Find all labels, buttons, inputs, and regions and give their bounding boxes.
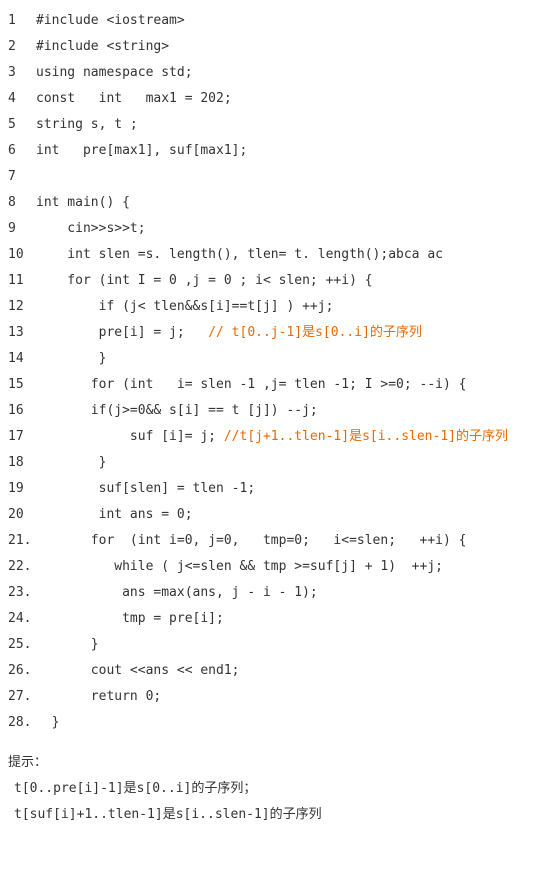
line-number: 18 — [8, 450, 36, 476]
code-text: for (int I = 0 ,j = 0 ; i< slen; ++i) { — [36, 268, 373, 294]
line-number: 13 — [8, 320, 36, 346]
code-line: 24. tmp = pre[i]; — [8, 606, 554, 632]
line-number: 16 — [8, 398, 36, 424]
line-number: 21. — [8, 528, 36, 554]
line-number: 5 — [8, 112, 36, 138]
code-text: for (int i=0, j=0, tmp=0; i<=slen; ++i) … — [36, 528, 466, 554]
code-line: 16 if(j>=0&& s[i] == t [j]) --j; — [8, 398, 554, 424]
code-text: for (int i= slen -1 ,j= tlen -1; I >=0; … — [36, 372, 466, 398]
line-number: 11 — [8, 268, 36, 294]
code-line: 18 } — [8, 450, 554, 476]
code-line: 21. for (int i=0, j=0, tmp=0; i<=slen; +… — [8, 528, 554, 554]
code-line: 26. cout <<ans << end1; — [8, 658, 554, 684]
line-number: 12 — [8, 294, 36, 320]
code-text: } — [36, 710, 59, 736]
code-text: tmp = pre[i]; — [36, 606, 224, 632]
code-line: 2#include <string> — [8, 34, 554, 60]
code-line: 14 } — [8, 346, 554, 372]
code-comment: //t[j+1..tlen-1]是s[i..slen-1]的子序列 — [224, 424, 508, 450]
line-number: 17 — [8, 424, 36, 450]
code-text: cin>>s>>t; — [36, 216, 146, 242]
code-line: 1#include <iostream> — [8, 8, 554, 34]
line-number: 3 — [8, 60, 36, 86]
code-text: int slen =s. length(), tlen= t. length()… — [36, 242, 443, 268]
code-line: 28. } — [8, 710, 554, 736]
code-text: } — [36, 346, 106, 372]
line-number: 25. — [8, 632, 36, 658]
line-number: 1 — [8, 8, 36, 34]
code-line: 12 if (j< tlen&&s[i]==t[j] ) ++j; — [8, 294, 554, 320]
code-text: return 0; — [36, 684, 161, 710]
line-number: 15 — [8, 372, 36, 398]
line-number: 7 — [8, 164, 36, 190]
code-text: const int max1 = 202; — [36, 86, 232, 112]
code-line: 17 suf [i]= j; //t[j+1..tlen-1]是s[i..sle… — [8, 424, 554, 450]
line-number: 26. — [8, 658, 36, 684]
line-number: 2 — [8, 34, 36, 60]
code-text: int pre[max1], suf[max1]; — [36, 138, 247, 164]
line-number: 27. — [8, 684, 36, 710]
code-line: 20 int ans = 0; — [8, 502, 554, 528]
code-block: 1#include <iostream> 2#include <string> … — [0, 0, 554, 736]
code-text: suf[slen] = tlen -1; — [36, 476, 255, 502]
code-text: pre[i] = j; — [36, 320, 208, 346]
code-line: 10 int slen =s. length(), tlen= t. lengt… — [8, 242, 554, 268]
code-text: string s, t ; — [36, 112, 138, 138]
code-comment: // t[0..j-1]是s[0..i]的子序列 — [208, 320, 422, 346]
code-line: 6int pre[max1], suf[max1]; — [8, 138, 554, 164]
code-line: 27. return 0; — [8, 684, 554, 710]
code-line: 13 pre[i] = j; // t[0..j-1]是s[0..i]的子序列 — [8, 320, 554, 346]
line-number: 10 — [8, 242, 36, 268]
code-line: 11 for (int I = 0 ,j = 0 ; i< slen; ++i)… — [8, 268, 554, 294]
line-number: 23. — [8, 580, 36, 606]
code-line: 15 for (int i= slen -1 ,j= tlen -1; I >=… — [8, 372, 554, 398]
code-text: if(j>=0&& s[i] == t [j]) --j; — [36, 398, 318, 424]
line-number: 22. — [8, 554, 36, 580]
line-number: 14 — [8, 346, 36, 372]
code-line: 9 cin>>s>>t; — [8, 216, 554, 242]
code-text: if (j< tlen&&s[i]==t[j] ) ++j; — [36, 294, 333, 320]
line-number: 24. — [8, 606, 36, 632]
code-text: int ans = 0; — [36, 502, 193, 528]
line-number: 20 — [8, 502, 36, 528]
line-number: 19 — [8, 476, 36, 502]
hint-line: t[0..pre[i]-1]是s[0..i]的子序列； — [8, 776, 554, 802]
code-line: 5string s, t ; — [8, 112, 554, 138]
line-number: 6 — [8, 138, 36, 164]
code-text: #include <iostream> — [36, 8, 185, 34]
code-text: int main() { — [36, 190, 130, 216]
code-line: 19 suf[slen] = tlen -1; — [8, 476, 554, 502]
code-line: 22. while ( j<=slen && tmp >=suf[j] + 1)… — [8, 554, 554, 580]
code-text: } — [36, 450, 106, 476]
code-text: using namespace std; — [36, 60, 193, 86]
code-line: 7 — [8, 164, 554, 190]
line-number: 4 — [8, 86, 36, 112]
code-text: while ( j<=slen && tmp >=suf[j] + 1) ++j… — [36, 554, 443, 580]
code-text: } — [36, 632, 99, 658]
code-line: 23. ans =max(ans, j - i - 1); — [8, 580, 554, 606]
hint-block: 提示： t[0..pre[i]-1]是s[0..i]的子序列； t[suf[i]… — [0, 736, 554, 828]
code-text: #include <string> — [36, 34, 169, 60]
line-number: 8 — [8, 190, 36, 216]
hint-line: t[suf[i]+1..tlen-1]是s[i..slen-1]的子序列 — [8, 802, 554, 828]
code-text: suf [i]= j; — [36, 424, 224, 450]
line-number: 9 — [8, 216, 36, 242]
code-text: cout <<ans << end1; — [36, 658, 240, 684]
code-line: 25. } — [8, 632, 554, 658]
code-line: 3using namespace std; — [8, 60, 554, 86]
code-line: 4const int max1 = 202; — [8, 86, 554, 112]
line-number: 28. — [8, 710, 36, 736]
hint-title: 提示： — [8, 750, 554, 776]
code-text: ans =max(ans, j - i - 1); — [36, 580, 318, 606]
code-line: 8int main() { — [8, 190, 554, 216]
